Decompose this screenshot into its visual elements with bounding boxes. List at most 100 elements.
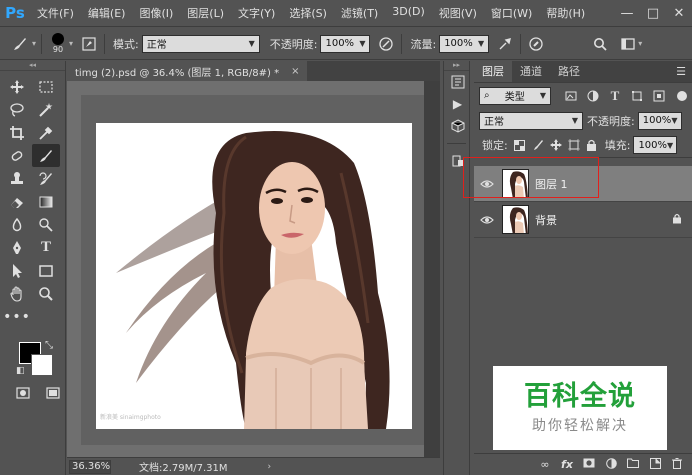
lock-icon[interactable] [672, 213, 682, 227]
tab-layers[interactable]: 图层 [474, 60, 512, 82]
3d-panel-icon[interactable] [444, 115, 471, 137]
airbrush-icon[interactable] [495, 34, 515, 54]
dodge-tool-icon[interactable] [32, 213, 60, 236]
actions-play-icon[interactable]: ▶ [444, 93, 471, 115]
menu-item[interactable]: 帮助(H) [539, 5, 592, 21]
type-filter-icon[interactable]: T [607, 86, 623, 106]
eyedropper-tool-icon[interactable] [32, 121, 60, 144]
marquee-tool-icon[interactable] [32, 75, 60, 98]
layer-filter-select[interactable]: ⌕ 类型 ▼ [479, 86, 551, 105]
visibility-eye-icon[interactable] [474, 179, 500, 189]
vertical-scrollbar[interactable] [424, 81, 440, 457]
menu-item[interactable]: 图层(L) [180, 5, 231, 21]
layer-opacity-input[interactable]: 100% ▼ [637, 111, 682, 130]
pixel-filter-icon[interactable] [563, 86, 579, 106]
strip-expand-icon[interactable]: ▸▸ [444, 61, 469, 71]
lock-transparent-icon[interactable] [511, 135, 529, 155]
layer-name[interactable]: 图层 1 [535, 176, 568, 192]
close-tab-icon[interactable]: × [291, 66, 299, 77]
menu-item[interactable]: 选择(S) [282, 5, 334, 21]
pressure-size-icon[interactable] [526, 34, 546, 54]
flow-input[interactable]: 100% ▼ [439, 34, 490, 53]
screen-mode-icon[interactable] [43, 384, 63, 402]
zoom-field[interactable]: 36.36% [69, 459, 111, 474]
history-panel-icon[interactable] [444, 71, 471, 93]
menu-item[interactable]: 视图(V) [432, 5, 484, 21]
background-color-swatch[interactable] [31, 354, 53, 376]
close-button[interactable]: ✕ [666, 0, 692, 27]
canvas-viewport[interactable]: 新浪美 sinaimgphoto [67, 81, 425, 457]
hand-tool-icon[interactable] [3, 282, 31, 305]
layer-row-background[interactable]: 背景 [474, 202, 692, 238]
layer-name[interactable]: 背景 [535, 212, 557, 228]
lock-artboard-icon[interactable] [565, 135, 583, 155]
toolbox-collapse-icon[interactable]: ◂◂ [0, 61, 65, 71]
crop-tool-icon[interactable] [3, 121, 31, 144]
panel-menu-icon[interactable]: ☰ [676, 60, 686, 82]
history-brush-tool-icon[interactable] [32, 167, 60, 190]
search-icon[interactable] [590, 34, 610, 54]
group-icon[interactable] [622, 458, 644, 471]
minimize-button[interactable]: — [614, 0, 640, 27]
shape-filter-icon[interactable] [629, 86, 645, 106]
adjustment-filter-icon[interactable] [585, 86, 601, 106]
healing-tool-icon[interactable] [3, 144, 31, 167]
document-tab[interactable]: timg (2).psd @ 36.4% (图层 1, RGB/8#) * × [67, 61, 308, 81]
more-tools-icon[interactable]: ••• [3, 305, 31, 328]
default-colors-icon[interactable]: ◧ [16, 366, 25, 376]
eraser-tool-icon[interactable] [3, 190, 31, 213]
gradient-tool-icon[interactable] [32, 190, 60, 213]
brush-panel-icon[interactable] [79, 34, 99, 54]
zoom-tool-icon[interactable] [32, 282, 60, 305]
fill-input[interactable]: 100% ▼ [633, 136, 678, 154]
workspace-caret-icon[interactable]: ▾ [638, 39, 642, 48]
type-tool-icon[interactable]: T [32, 236, 60, 259]
tab-paths[interactable]: 路径 [550, 60, 588, 82]
workspace-icon[interactable] [618, 34, 638, 54]
lasso-tool-icon[interactable] [3, 98, 31, 121]
brush-tool-icon[interactable] [32, 144, 60, 167]
menu-item[interactable]: 文件(F) [30, 5, 81, 21]
menu-item[interactable]: 窗口(W) [484, 5, 539, 21]
menu-item[interactable]: 文字(Y) [231, 5, 282, 21]
blur-tool-icon[interactable] [3, 213, 31, 236]
menu-item[interactable]: 图像(I) [132, 5, 180, 21]
visibility-eye-icon[interactable] [474, 215, 500, 225]
lock-position-icon[interactable] [547, 135, 565, 155]
mask-icon[interactable] [578, 458, 600, 471]
link-icon[interactable]: ∞ [534, 458, 556, 471]
pressure-opacity-icon[interactable] [376, 34, 396, 54]
opacity-input[interactable]: 100% ▼ [320, 34, 371, 53]
brush-tool-icon[interactable] [6, 34, 34, 54]
tab-channels[interactable]: 通道 [512, 60, 550, 82]
stamp-tool-icon[interactable] [3, 167, 31, 190]
trash-icon[interactable] [666, 457, 688, 472]
quick-mask-icon[interactable] [13, 384, 33, 402]
menu-item[interactable]: 3D(D) [385, 5, 432, 21]
status-menu-arrow-icon[interactable]: › [268, 462, 272, 472]
adjustment-icon[interactable] [600, 457, 622, 472]
pen-tool-icon[interactable] [3, 236, 31, 259]
menu-item[interactable]: 滤镜(T) [334, 5, 385, 21]
move-tool-icon[interactable] [3, 75, 31, 98]
magic-wand-tool-icon[interactable] [32, 98, 60, 121]
brush-size-preview[interactable]: 90 [47, 33, 69, 54]
smart-object-filter-icon[interactable] [651, 86, 667, 106]
lock-all-icon[interactable] [583, 135, 601, 155]
lock-pixels-icon[interactable] [529, 135, 547, 155]
canvas-image[interactable]: 新浪美 sinaimgphoto [96, 123, 412, 429]
maximize-button[interactable]: □ [640, 0, 666, 27]
filter-toggle-icon[interactable] [677, 90, 687, 101]
blend-mode-select[interactable]: 正常 ▼ [479, 111, 583, 130]
rectangle-tool-icon[interactable] [32, 259, 60, 282]
preset-caret-icon[interactable]: ▾ [32, 39, 36, 48]
brush-caret-icon[interactable]: ▾ [69, 39, 73, 48]
new-layer-icon[interactable] [644, 457, 666, 472]
fx-icon[interactable]: fx [556, 458, 578, 471]
path-selection-tool-icon[interactable] [3, 259, 31, 282]
menu-item[interactable]: 编辑(E) [81, 5, 133, 21]
mode-select[interactable]: 正常 ▼ [141, 34, 260, 53]
properties-panel-icon[interactable] [444, 150, 471, 172]
swap-colors-icon[interactable]: ⤡ [45, 340, 53, 351]
layer-row-layer1[interactable]: 图层 1 [474, 166, 692, 202]
